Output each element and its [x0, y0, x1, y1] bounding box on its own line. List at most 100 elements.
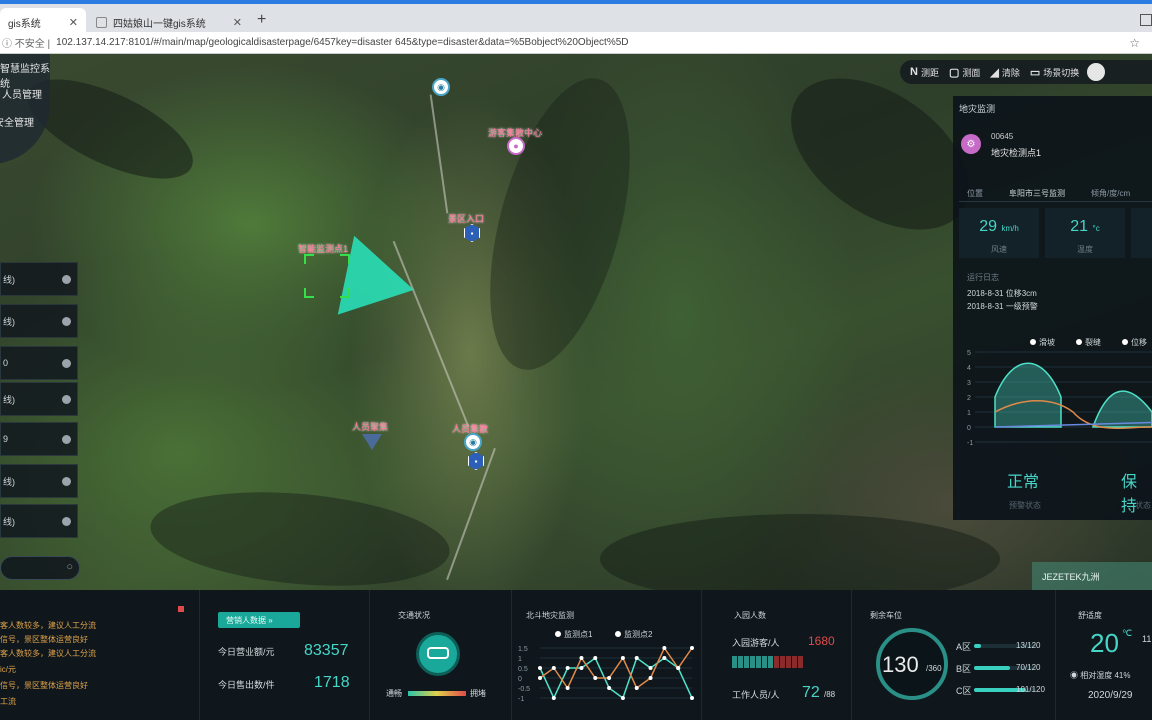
data-point: [538, 666, 542, 670]
visitor-data-button[interactable]: 营销人数据 »: [218, 612, 300, 628]
more-icon[interactable]: [62, 434, 71, 444]
list-item[interactable]: 线): [0, 304, 78, 338]
toolbar-label: 清除: [1001, 67, 1020, 78]
list-item[interactable]: 线): [0, 382, 78, 416]
data-point: [607, 686, 612, 690]
menu-item[interactable]: 安全管理: [0, 114, 34, 129]
security-label: 不安全: [14, 39, 45, 50]
parking-section: 剩余车位 130 /360 A区 13/120 B区 70/120 C区 101/120: [852, 590, 1056, 720]
panel-tabs: 位置 阜阳市三号监测 倾角/度/cm: [959, 186, 1152, 202]
data-point: [676, 666, 681, 670]
selection-frame[interactable]: [304, 254, 350, 298]
list-item[interactable]: 线): [0, 464, 78, 498]
list-item[interactable]: 0: [0, 346, 78, 380]
close-icon[interactable]: ✕: [233, 16, 242, 29]
road: [446, 447, 496, 581]
star-icon[interactable]: ☆: [1129, 36, 1140, 50]
more-icon[interactable]: [62, 516, 71, 526]
more-icon[interactable]: [62, 358, 71, 368]
shield-icon[interactable]: ▪: [464, 224, 480, 242]
alert-line: 客人数较多，建议人工分流: [0, 621, 96, 630]
data-point: [551, 666, 556, 670]
clear-button[interactable]: ◢ 清除: [990, 66, 1019, 79]
mini-bar: [762, 656, 767, 668]
data-point: [593, 656, 598, 660]
weather-section: 舒适度 20 ℃ 11 ◉ 相对湿度 41% 2020/9/29: [1056, 590, 1152, 720]
list-item-label: 0: [3, 358, 9, 368]
shop-icon[interactable]: [1087, 63, 1106, 81]
zone-label: B区: [956, 664, 972, 674]
y-tick-label: -0.5: [518, 686, 530, 693]
measure-area-button[interactable]: ▢ 测面: [949, 66, 980, 79]
alert-section: 客人数较多，建议人工分流 信号，景区整体运营良好 客人数较多，建议人工分流 ic…: [0, 590, 200, 720]
zone-value: 70/120: [1016, 663, 1041, 672]
business-section: 营销人数据 » 今日营业额/元 83357 今日售出数/件 1718: [200, 590, 370, 720]
sold-value: 1718: [314, 674, 350, 691]
more-icon[interactable]: [62, 316, 71, 326]
ridge-shadow: [600, 514, 1000, 590]
eye-icon[interactable]: ◉: [464, 433, 482, 451]
more-icon[interactable]: [62, 394, 71, 404]
list-item[interactable]: 9: [0, 422, 78, 456]
data-point: [620, 656, 625, 660]
shield-icon[interactable]: ▪: [468, 452, 484, 470]
legend-label: 裂缝: [1085, 337, 1101, 347]
eye-icon[interactable]: ◉: [432, 78, 450, 96]
toolbar-label: 场景切换: [1043, 67, 1080, 78]
alert-line: 客人数较多，建议人工分流: [0, 649, 96, 658]
legend-label: 位移: [1131, 337, 1147, 347]
data-point: [538, 676, 542, 680]
map-label: 人员聚集: [352, 422, 389, 432]
camera-icon[interactable]: [362, 434, 382, 450]
road: [429, 94, 449, 214]
staff-label: 工作人员/人: [732, 690, 780, 700]
pin-icon[interactable]: ●: [507, 137, 525, 155]
measure-icon: N: [910, 66, 918, 78]
temperature-unit: ℃: [1122, 628, 1133, 638]
metric-value: 29 km/h: [979, 218, 1019, 235]
zone-value: 13/120: [1016, 641, 1041, 650]
status-label: 预警状态: [1009, 501, 1041, 510]
brand-logo: JEZETEK九洲: [1032, 562, 1152, 590]
legend-dot: [555, 631, 561, 637]
scene-switch-button[interactable]: ▭ 场景切换: [1030, 66, 1079, 79]
address-bar[interactable]: ⓘ 不安全 | 102.137.14.217:8101/#/main/map/g…: [0, 32, 1152, 54]
y-tick-label: 0: [518, 676, 522, 683]
switch-icon: ▭: [1029, 66, 1041, 79]
new-tab-icon[interactable]: +: [257, 11, 266, 29]
menu-item[interactable]: 人员管理: [2, 86, 42, 101]
close-icon[interactable]: ✕: [69, 16, 78, 29]
tab-station[interactable]: 阜阳市三号监测: [1009, 188, 1065, 199]
more-icon[interactable]: [62, 274, 71, 284]
list-item[interactable]: 线): [0, 262, 78, 296]
legend-label: 监测点2: [624, 629, 653, 639]
search-icon[interactable]: ○: [66, 561, 73, 573]
staff-total: /88: [824, 690, 836, 699]
visitor-value: 1680: [808, 634, 835, 648]
legend-dot: [1076, 339, 1082, 345]
y-tick-label: 0: [967, 425, 971, 432]
revenue-label: 今日营业额/元: [218, 647, 275, 657]
mini-bar: [798, 656, 803, 668]
more-icon[interactable]: [62, 476, 71, 486]
list-item[interactable]: 线): [0, 504, 78, 538]
measure-distance-button[interactable]: N 测距: [910, 66, 939, 79]
tab-tilt[interactable]: 倾角/度/cm: [1091, 188, 1130, 199]
maximize-icon[interactable]: [1140, 14, 1152, 26]
device-id: 00645: [991, 132, 1014, 141]
url-text[interactable]: 102.137.14.217:8101/#/main/map/geologica…: [56, 37, 628, 48]
list-item-label: 线): [3, 274, 15, 285]
search-input[interactable]: ○: [0, 556, 80, 580]
y-tick-label: 4: [967, 365, 971, 372]
data-point: [634, 656, 639, 660]
smooth-label: 通畅: [386, 689, 402, 698]
temperature-extra: 11: [1142, 634, 1152, 644]
legend-dot: [615, 631, 621, 637]
visitors-section: 入园人数 入园游客/人 1680 工作人员/人 72 /88: [702, 590, 852, 720]
jam-label: 拥堵: [470, 689, 486, 698]
tab-location[interactable]: 位置: [967, 188, 983, 199]
robot-icon: ⚙: [961, 134, 981, 154]
disaster-area-chart: 滑坡 裂缝 位移 5 4 3 2 1 0 -1: [967, 337, 1152, 447]
toolbar-label: 测面: [962, 67, 981, 78]
security-indicator[interactable]: ⓘ 不安全 |: [2, 35, 50, 50]
